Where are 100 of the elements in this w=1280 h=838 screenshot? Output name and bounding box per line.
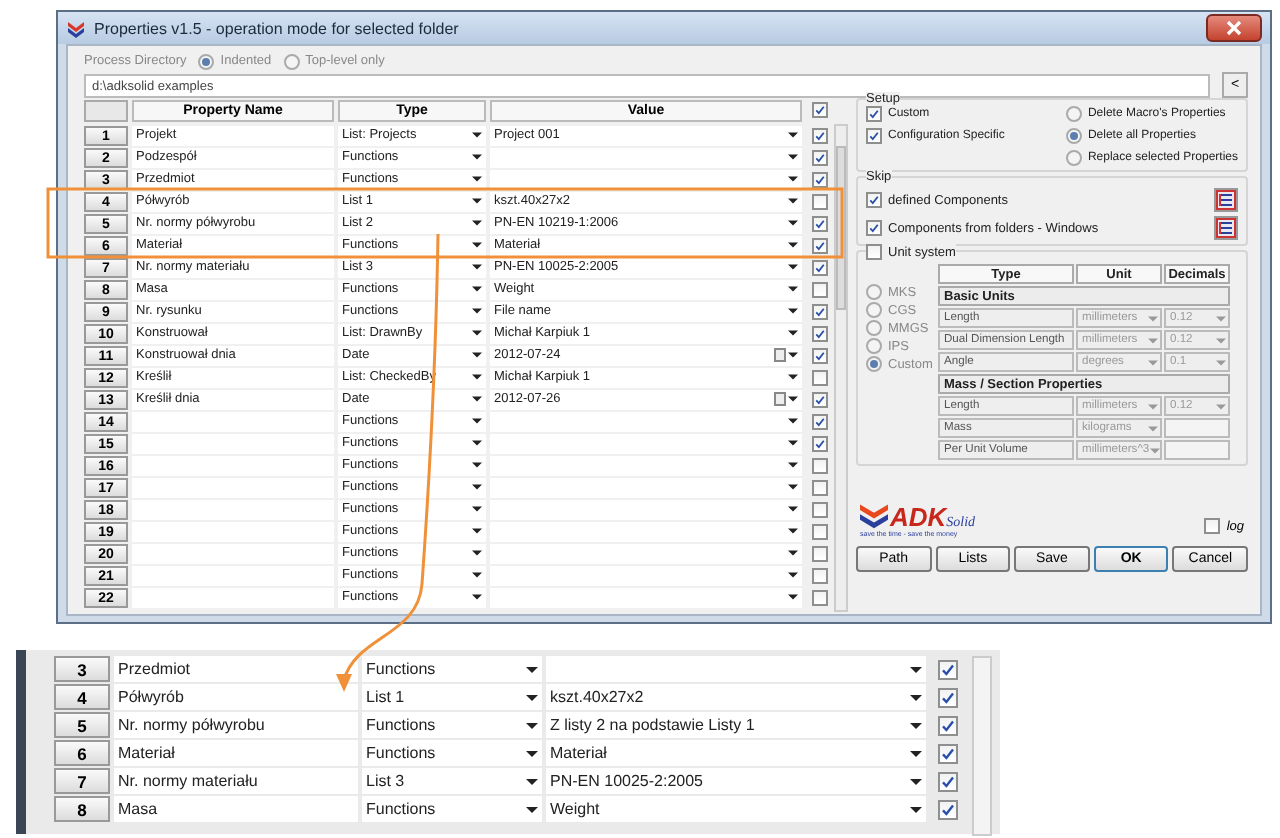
caret-icon [788, 198, 798, 204]
caret-icon [472, 572, 482, 578]
radio-button[interactable] [866, 320, 882, 336]
calendar-icon [774, 348, 786, 362]
caret-icon [910, 749, 922, 757]
type-dropdown[interactable]: Functions [362, 796, 542, 822]
type-dropdown[interactable]: Functions [362, 712, 542, 738]
caret-icon [526, 777, 538, 785]
scrollbar[interactable] [972, 656, 992, 836]
caret-icon [788, 594, 798, 600]
checkbox[interactable] [812, 523, 828, 539]
checkbox[interactable] [866, 192, 882, 208]
checkbox[interactable] [866, 106, 882, 122]
checkbox[interactable] [812, 545, 828, 561]
checkbox[interactable] [812, 102, 828, 118]
checkbox[interactable] [866, 244, 882, 260]
radio-button[interactable] [198, 53, 215, 69]
checkbox[interactable] [938, 771, 958, 791]
chevron-logo-icon [860, 504, 888, 530]
checkbox[interactable] [812, 479, 828, 495]
checkbox[interactable] [866, 128, 882, 144]
checkbox[interactable] [938, 687, 958, 707]
radio-button[interactable] [866, 302, 882, 318]
caret-icon [910, 721, 922, 729]
caret-icon [526, 805, 538, 813]
radio-button[interactable] [283, 53, 300, 69]
type-dropdown[interactable]: List 1 [362, 684, 542, 710]
caret-icon [788, 528, 798, 534]
caret-icon [1149, 447, 1160, 453]
checkbox[interactable] [938, 715, 958, 735]
close-icon [1226, 20, 1242, 36]
property-name-field[interactable]: Nr. normy półwyrobu [114, 712, 358, 738]
scrollbar[interactable] [834, 124, 848, 612]
checkbox[interactable] [812, 369, 828, 385]
checkbox[interactable] [812, 435, 828, 451]
radio-button[interactable] [1065, 128, 1082, 144]
checkbox[interactable] [1204, 518, 1221, 534]
checkbox[interactable] [812, 347, 828, 363]
row-header[interactable]: 6 [54, 740, 110, 766]
radio-button[interactable] [866, 338, 882, 354]
type-dropdown[interactable]: Functions [362, 740, 542, 766]
caret-icon [1148, 403, 1158, 409]
checkbox[interactable] [812, 325, 828, 341]
checkbox[interactable] [812, 237, 828, 253]
checkbox[interactable] [812, 281, 828, 297]
checkbox[interactable] [938, 743, 958, 763]
caret-icon [472, 242, 482, 248]
radio-button[interactable] [866, 356, 882, 372]
radio-button[interactable] [866, 284, 882, 300]
caret-icon [526, 665, 538, 673]
checkbox[interactable] [812, 567, 828, 583]
type-dropdown[interactable]: Functions [362, 656, 542, 682]
row-header[interactable]: 5 [54, 712, 110, 738]
checkbox[interactable] [938, 799, 958, 819]
caret-icon [1148, 337, 1158, 343]
checkbox[interactable] [812, 413, 828, 429]
decimals-field [1164, 418, 1230, 438]
checkbox[interactable] [812, 391, 828, 407]
property-name-field[interactable]: Półwyrób [114, 684, 358, 710]
caret-icon [1216, 403, 1226, 409]
close-button[interactable] [1206, 14, 1262, 42]
list-edit-button[interactable] [1214, 188, 1238, 212]
checkbox[interactable] [812, 259, 828, 275]
value-dropdown[interactable]: Materiał [546, 740, 926, 766]
caret-icon [472, 374, 482, 380]
radio-button[interactable] [1065, 150, 1082, 166]
property-name-field[interactable]: Masa [114, 796, 358, 822]
caret-icon [788, 374, 798, 380]
caret-icon [788, 396, 798, 402]
list-edit-button[interactable] [1214, 216, 1238, 240]
property-name-field[interactable]: Przedmiot [114, 656, 358, 682]
checkbox[interactable] [812, 589, 828, 605]
caret-icon [526, 693, 538, 701]
caret-icon [1216, 359, 1226, 365]
row-header[interactable]: 8 [54, 796, 110, 822]
checkbox[interactable] [812, 303, 828, 319]
type-dropdown[interactable]: List 3 [362, 768, 542, 794]
checkbox[interactable] [938, 659, 958, 679]
caret-icon [472, 308, 482, 314]
value-dropdown[interactable]: PN-EN 10025-2:2005 [546, 768, 926, 794]
checkbox[interactable] [866, 220, 882, 236]
value-dropdown[interactable]: kszt.40x27x2 [546, 684, 926, 710]
checkbox[interactable] [812, 171, 828, 187]
value-dropdown[interactable]: Z listy 2 na podstawie Listy 1 [546, 712, 926, 738]
property-name-field[interactable]: Materiał [114, 740, 358, 766]
radio-button[interactable] [1065, 106, 1082, 122]
caret-icon [472, 198, 482, 204]
checkbox[interactable] [812, 127, 828, 143]
caret-icon [472, 506, 482, 512]
value-dropdown[interactable] [490, 169, 802, 189]
checkbox[interactable] [812, 457, 828, 473]
checkbox[interactable] [812, 215, 828, 231]
row-header[interactable]: 7 [54, 768, 110, 794]
value-dropdown[interactable]: Weight [546, 796, 926, 822]
checkbox[interactable] [812, 149, 828, 165]
row-header[interactable]: 4 [54, 684, 110, 710]
property-name-field[interactable]: Nr. normy materiału [114, 768, 358, 794]
checkbox[interactable] [812, 193, 828, 209]
checkbox[interactable] [812, 501, 828, 517]
row-header[interactable]: 3 [54, 656, 110, 682]
